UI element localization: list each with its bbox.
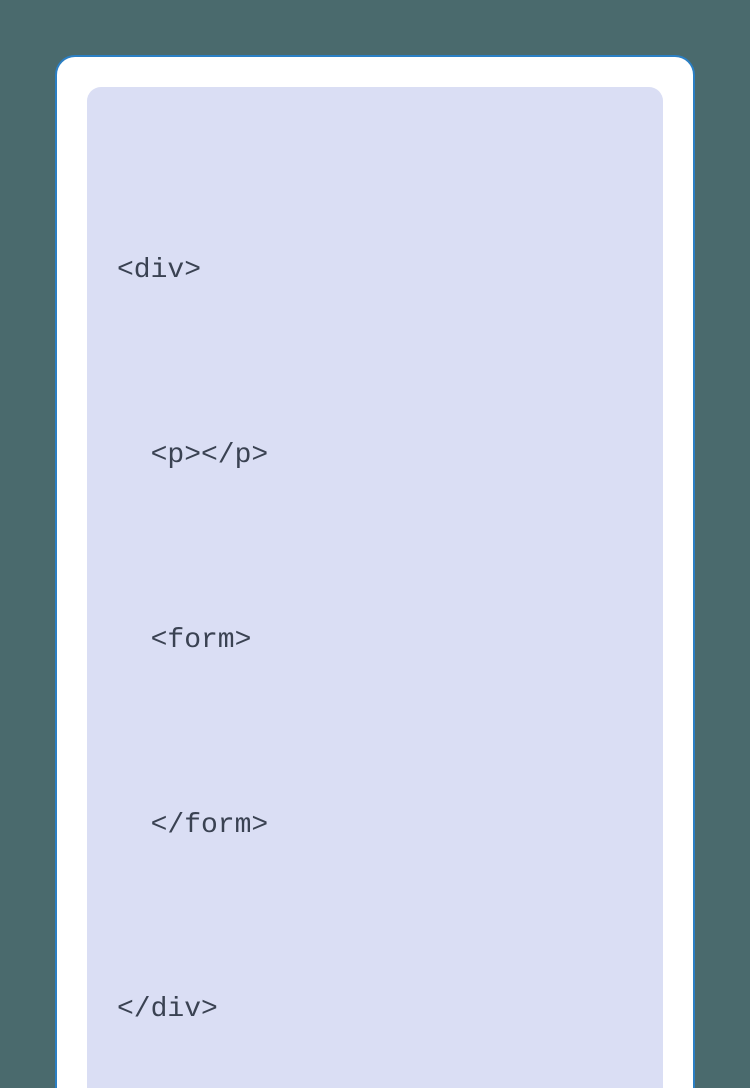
code-line: <form> — [117, 610, 633, 672]
code-block: <div> <p></p> <form> </form> </div> — [87, 87, 663, 1088]
code-line: </div> — [117, 979, 633, 1041]
code-card: <div> <p></p> <form> </form> </div> — [55, 55, 695, 1088]
code-line: <p></p> — [117, 425, 633, 487]
code-line: <div> — [117, 240, 633, 302]
code-line: </form> — [117, 795, 633, 857]
